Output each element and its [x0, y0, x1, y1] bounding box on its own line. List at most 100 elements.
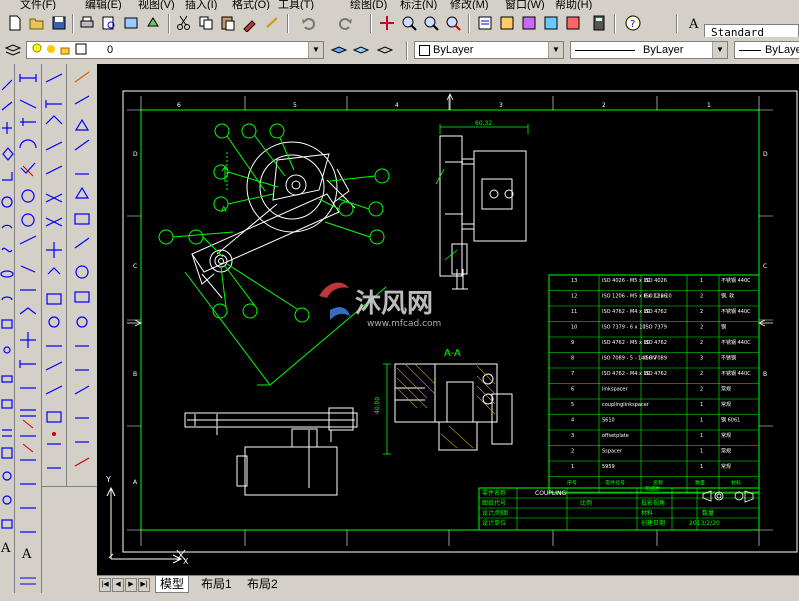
- layer-states-icon[interactable]: [376, 41, 394, 59]
- menu-tools[interactable]: 工具(T): [278, 0, 314, 10]
- tab-model[interactable]: 模型: [155, 576, 190, 593]
- border-ticks: [127, 96, 773, 546]
- tb-part-name: COUPLING: [535, 490, 567, 497]
- bom-cell-qty: 1: [700, 464, 703, 470]
- modify2-tool-icons[interactable]: [42, 64, 66, 486]
- cut-icon[interactable]: [175, 14, 193, 32]
- zoom-previous-icon[interactable]: [444, 14, 462, 32]
- print-icon[interactable]: [78, 14, 96, 32]
- lineweight-dropdown[interactable]: ByLayer: [734, 41, 799, 59]
- properties-icon[interactable]: [476, 14, 494, 32]
- tb-part-label: 零件名称: [482, 489, 506, 497]
- print-preview-icon[interactable]: [100, 14, 118, 32]
- 3d-publish-icon[interactable]: [144, 14, 162, 32]
- bom-cell-std: ISO 4762: [644, 340, 667, 346]
- cad-drawing[interactable]: 6 5 4 3 2 1 D C B A D C B A 60.32 A-A 40…: [97, 64, 799, 575]
- inquiry-tool-icons[interactable]: [67, 64, 97, 486]
- border-labels: 6 5 4 3 2 1 D C B A D C B: [133, 102, 768, 486]
- new-file-icon[interactable]: [6, 14, 24, 32]
- layer-dropdown[interactable]: 0 ▼: [26, 41, 324, 59]
- bom-cell-code: ISO 7379 - 6 x 10: [602, 325, 646, 331]
- make-object-layer-current-icon[interactable]: [330, 41, 348, 59]
- bom-cell-mat: 不锈钢 440C: [721, 277, 751, 284]
- bom-header-name: 名称: [653, 480, 663, 487]
- layer-previous-icon[interactable]: [352, 41, 370, 59]
- bom-header-no: 序号: [567, 480, 577, 487]
- menu-bar: 文件(F) 编辑(E) 视图(V) 插入(I) 格式(O) 工具(T) 绘图(D…: [0, 0, 799, 10]
- save-icon[interactable]: [50, 14, 68, 32]
- menu-window[interactable]: 窗口(W): [505, 0, 545, 10]
- bom-cell-code: Sspacer: [602, 449, 623, 455]
- help-icon[interactable]: ?: [624, 14, 642, 32]
- color-value: ByLayer: [433, 44, 474, 56]
- tb-date-label: 创建日期: [641, 519, 665, 527]
- sheet-set-icon[interactable]: [542, 14, 560, 32]
- tb-date: 2013/2/20: [689, 520, 720, 527]
- design-center-icon[interactable]: [498, 14, 516, 32]
- menu-edit[interactable]: 编辑(E): [85, 0, 122, 10]
- bom-cell-mat: 不锈钢 440C: [721, 370, 751, 377]
- dim-top: 60.32: [475, 120, 492, 127]
- menu-view[interactable]: 视图(V): [138, 0, 175, 10]
- paste-icon[interactable]: [219, 14, 237, 32]
- menu-insert[interactable]: 插入(I): [185, 0, 217, 10]
- section-dims: [383, 363, 391, 455]
- tab-prev-icon[interactable]: ◀: [112, 578, 124, 592]
- dim-side: 40.00: [374, 397, 381, 414]
- watermark: 沐风网 www.mfcad.com: [319, 282, 441, 329]
- bom-cell-no: 4: [571, 418, 574, 424]
- calculator-icon[interactable]: [590, 14, 608, 32]
- border-letter-a: A: [133, 479, 138, 486]
- layer-manager-icon[interactable]: [4, 41, 22, 59]
- tab-layout2[interactable]: 布局2: [243, 576, 282, 592]
- svg-text:A: A: [0, 541, 11, 556]
- section-view-part: [394, 363, 513, 451]
- block-editor-icon[interactable]: [263, 14, 281, 32]
- tab-layout1[interactable]: 布局1: [197, 576, 236, 592]
- draw-tool-icons[interactable]: A: [0, 64, 14, 593]
- border-letter-c: C: [133, 263, 137, 270]
- bom-cell-qty: 2: [700, 309, 703, 315]
- menu-modify[interactable]: 修改(M): [450, 0, 489, 10]
- open-file-icon[interactable]: [28, 14, 46, 32]
- bom-cell-qty: 2: [700, 387, 703, 393]
- undo-icon[interactable]: [300, 14, 318, 32]
- redo-icon[interactable]: [336, 14, 354, 32]
- tab-last-icon[interactable]: ▶|: [138, 578, 150, 592]
- match-properties-icon[interactable]: [241, 14, 259, 32]
- chevron-down-icon[interactable]: ▼: [548, 42, 563, 58]
- modify-tool-icons[interactable]: A: [15, 64, 41, 593]
- copy-icon[interactable]: [197, 14, 215, 32]
- tab-first-icon[interactable]: |◀: [99, 578, 111, 592]
- linetype-dropdown[interactable]: ByLayer ▼: [570, 41, 728, 59]
- tool-palettes-icon[interactable]: [520, 14, 538, 32]
- watermark-main: 沐风网: [355, 289, 433, 319]
- bom-cell-qty: 2: [700, 371, 703, 377]
- pan-icon[interactable]: [378, 14, 396, 32]
- text-style-icon[interactable]: A: [686, 14, 704, 32]
- inner-frame: [140, 109, 760, 531]
- section-hatching: [396, 363, 496, 449]
- bom-cell-code: 5959: [602, 464, 615, 470]
- title-block: 零件名称 图纸代号 设计/制图 设计单位 比例 投影视角 材料 创建日期 数量 …: [478, 487, 760, 531]
- border-letter-b-right: B: [763, 371, 767, 378]
- menu-format[interactable]: 格式(O): [232, 0, 270, 10]
- chevron-down-icon[interactable]: ▼: [712, 42, 727, 58]
- bom-cell-mat: 常规: [721, 448, 731, 455]
- tab-next-icon[interactable]: ▶: [125, 578, 137, 592]
- publish-icon[interactable]: [122, 14, 140, 32]
- bom-cell-qty: 2: [700, 325, 703, 331]
- markup-icon[interactable]: [564, 14, 582, 32]
- zoom-realtime-icon[interactable]: [400, 14, 418, 32]
- zoom-window-icon[interactable]: [422, 14, 440, 32]
- menu-draw[interactable]: 绘图(D): [350, 0, 387, 10]
- menu-dimension[interactable]: 标注(N): [400, 0, 437, 10]
- tb-designer: 设计/制图: [482, 509, 508, 517]
- border-num-5: 5: [293, 102, 297, 109]
- drawing-canvas[interactable]: 6 5 4 3 2 1 D C B A D C B A 60.32 A-A 40…: [97, 64, 799, 575]
- border-letter-d-right: D: [763, 151, 768, 158]
- menu-help[interactable]: 帮助(H): [555, 0, 592, 10]
- color-dropdown[interactable]: ByLayer ▼: [414, 41, 564, 59]
- menu-file[interactable]: 文件(F): [20, 0, 56, 10]
- chevron-down-icon[interactable]: ▼: [308, 42, 323, 58]
